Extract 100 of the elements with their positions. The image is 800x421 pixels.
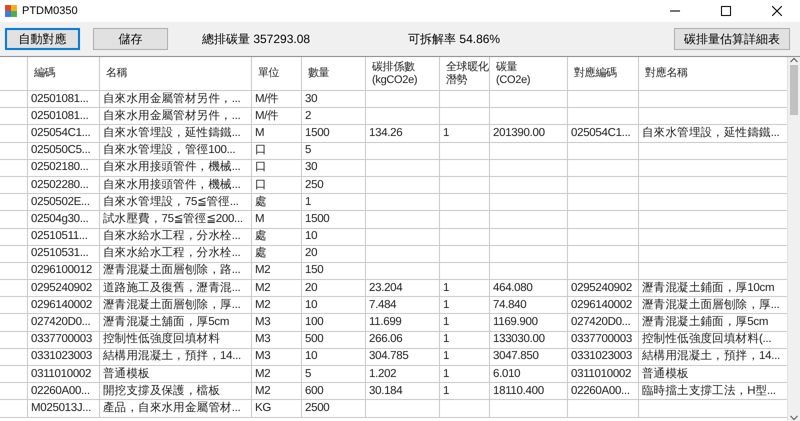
table-cell: M025013J...	[28, 400, 100, 418]
table-cell: 0311010002	[28, 366, 100, 384]
table-cell: 30	[302, 160, 366, 177]
table-cell: 134.26	[366, 125, 440, 143]
row-header[interactable]	[0, 211, 28, 228]
table-cell: 100	[302, 314, 366, 332]
table-cell: 02510511...	[28, 228, 100, 246]
row-header[interactable]	[0, 91, 28, 108]
table-cell: 道路施工及復舊，瀝青混...	[100, 280, 252, 298]
table-cell: KG	[252, 400, 302, 418]
column-header[interactable]: 全球暖化 潛勢	[440, 57, 490, 91]
total-carbon-label: 總排碳量 357293.08	[202, 30, 310, 48]
table-cell: 瀝青混凝土面層刨除，厚...	[100, 297, 252, 314]
table-cell: M2	[252, 366, 302, 384]
table-cell: 20	[302, 280, 366, 298]
window-title: PTDM0350	[22, 5, 79, 17]
toolbar-button[interactable]: 自動對應	[5, 28, 80, 50]
column-header[interactable]: 名稱	[100, 57, 252, 91]
scroll-up-icon[interactable]	[790, 57, 798, 63]
table-cell: 3047.850	[490, 348, 568, 366]
table-cell	[440, 246, 490, 263]
table-cell: 1500	[302, 211, 366, 228]
table-cell	[568, 228, 639, 246]
row-header[interactable]	[0, 262, 28, 280]
table-cell: 02504g30...	[28, 211, 100, 228]
table-cell: 02501081...	[28, 108, 100, 126]
row-header[interactable]	[0, 297, 28, 314]
row-header[interactable]	[0, 108, 28, 126]
scrollbar[interactable]	[787, 57, 800, 421]
table-cell: 0295240902	[568, 280, 639, 298]
column-header[interactable]: 單位	[252, 57, 302, 91]
row-header[interactable]	[0, 314, 28, 332]
table-cell: 02260A00...	[28, 383, 100, 400]
table-cell: 027420D0...	[568, 314, 639, 332]
table-cell: 自來水用金屬管材另件，...	[100, 91, 252, 108]
row-header[interactable]	[0, 194, 28, 212]
table-cell: 1	[302, 194, 366, 212]
table-cell	[440, 160, 490, 177]
table-cell: 201390.00	[490, 125, 568, 143]
row-header[interactable]	[0, 332, 28, 349]
row-header[interactable]	[0, 280, 28, 298]
table-cell: 02260A00...	[568, 383, 639, 400]
column-header[interactable]: 碳量 (CO2e)	[490, 57, 568, 91]
table-cell: 02502180...	[28, 160, 100, 177]
table-cell	[568, 211, 639, 228]
row-header[interactable]	[0, 176, 28, 194]
column-header[interactable]: 對應編碼	[568, 57, 639, 91]
table-cell: 產品，自來水用金屬管材...	[100, 400, 252, 418]
table-cell: 0331023003	[568, 348, 639, 366]
scroll-thumb[interactable]	[790, 65, 798, 115]
table-cell: 0296140002	[568, 297, 639, 314]
row-header[interactable]	[0, 366, 28, 384]
table-cell: M2	[252, 383, 302, 400]
table-cell	[568, 262, 639, 280]
row-header[interactable]	[0, 228, 28, 246]
table-cell: 250	[302, 176, 366, 194]
table-cell: M	[252, 211, 302, 228]
disassembly-rate-label: 可拆解率 54.86%	[408, 30, 500, 48]
scroll-down-icon[interactable]	[790, 415, 798, 421]
column-header[interactable]: 數量	[302, 57, 366, 91]
column-header[interactable]: 編碼	[28, 57, 100, 91]
row-header[interactable]	[0, 400, 28, 418]
table-cell: 試水壓費，75≦管徑≦200...	[100, 211, 252, 228]
table-cell	[440, 211, 490, 228]
table-cell: M2	[252, 297, 302, 314]
table-cell: M3	[252, 314, 302, 332]
column-header[interactable]: 碳排係數 (kgCO2e)	[366, 57, 440, 91]
row-header[interactable]	[0, 246, 28, 263]
toolbar-button[interactable]: 儲存	[93, 28, 168, 50]
table-cell: 600	[302, 383, 366, 400]
table-cell: 0311010002	[568, 366, 639, 384]
table-cell: 1	[440, 348, 490, 366]
table-cell: 30	[302, 91, 366, 108]
table-cell: 025054C1...	[28, 125, 100, 143]
table-cell: M/件	[252, 91, 302, 108]
table-cell: 11.699	[366, 314, 440, 332]
row-header[interactable]	[0, 125, 28, 143]
table-cell: 自來水管埋設，延性鑄鐵...	[100, 125, 252, 143]
row-header[interactable]	[0, 142, 28, 160]
table-cell	[568, 176, 639, 194]
table-cell: 23.204	[366, 280, 440, 298]
close-icon[interactable]	[772, 6, 782, 16]
table-cell	[440, 91, 490, 108]
table-cell	[568, 400, 639, 418]
table-cell: 控制性低強度回填材料	[100, 332, 252, 349]
row-header[interactable]	[0, 160, 28, 177]
table-cell: 464.080	[490, 280, 568, 298]
detail-table-button[interactable]: 碳排量估算詳細表	[674, 28, 790, 50]
table-cell: 1	[440, 280, 490, 298]
table-cell: 150	[302, 262, 366, 280]
maximize-icon[interactable]	[721, 6, 731, 16]
table-cell: 口	[252, 160, 302, 177]
table-cell: M	[252, 125, 302, 143]
row-header[interactable]	[0, 348, 28, 366]
table-cell: 自來水用金屬管材另件，...	[100, 108, 252, 126]
table-cell: M3	[252, 348, 302, 366]
table-cell	[440, 400, 490, 418]
table-cell	[440, 262, 490, 280]
row-header[interactable]	[0, 383, 28, 400]
table-cell: 處	[252, 246, 302, 263]
